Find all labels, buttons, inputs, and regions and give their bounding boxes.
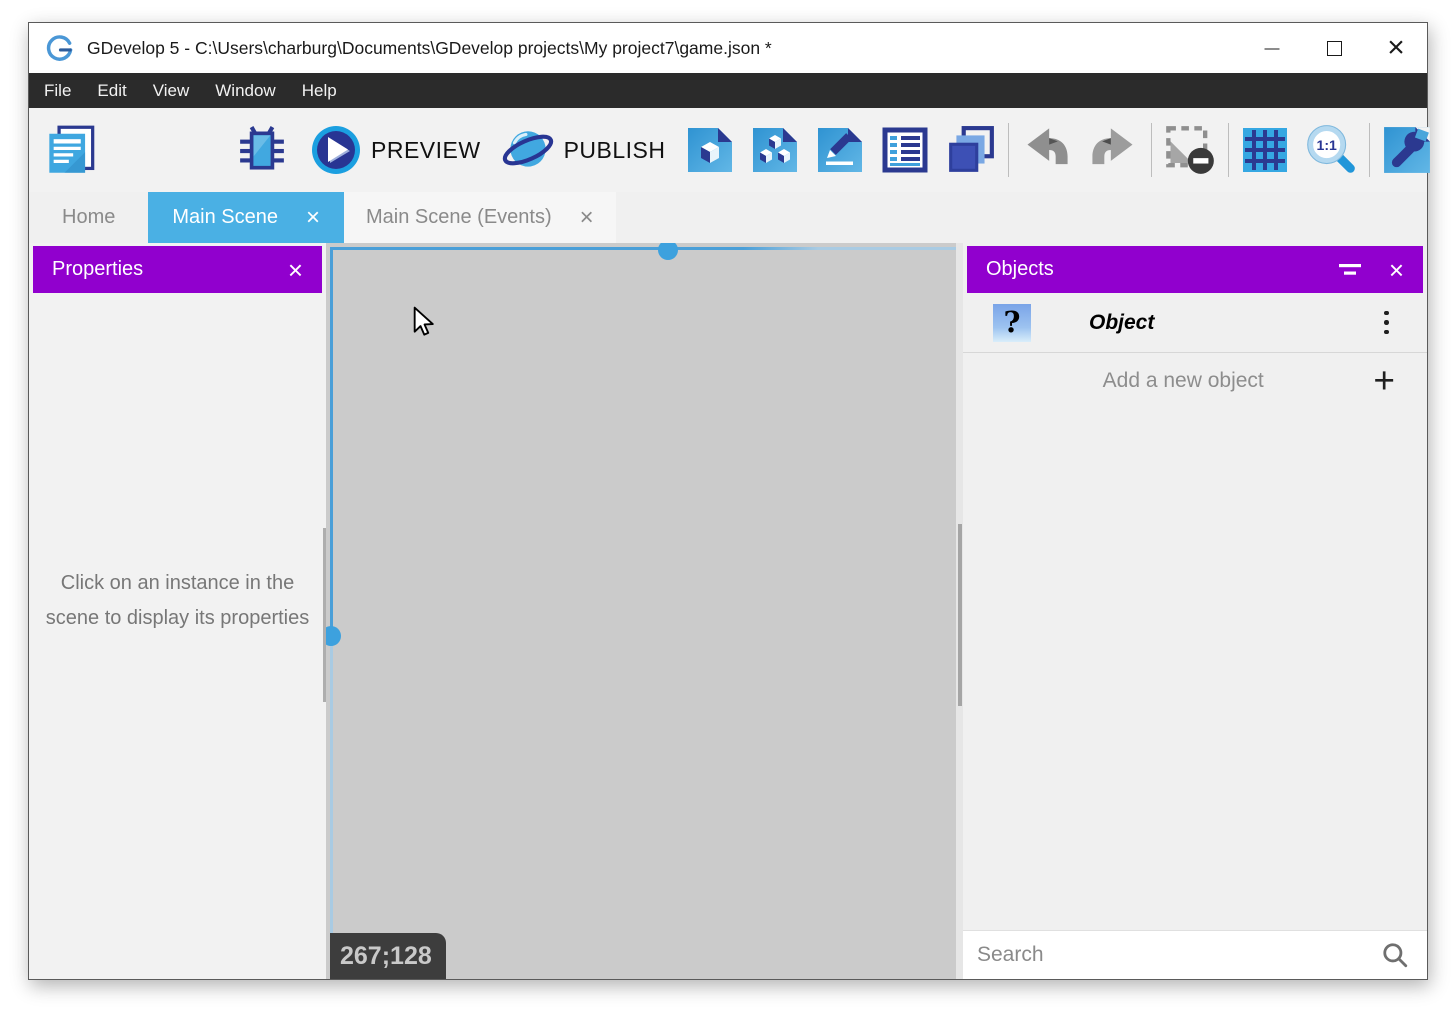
edit-object-groups-icon [751,126,799,174]
edit-object-groups-button[interactable] [751,126,799,174]
kebab-menu-icon[interactable] [1384,308,1389,336]
mouse-cursor-icon [408,305,440,337]
coordinates-badge: 267;128 [330,933,446,979]
tab-label: Home [62,206,115,229]
settings-wrench-icon [1382,125,1432,175]
menu-item-edit[interactable]: Edit [84,73,139,108]
tab-bar: Home Main Scene × Main Scene (Events) × [29,192,1427,243]
grid-icon [1241,126,1289,174]
undo-button[interactable] [1021,124,1073,176]
edit-scene-variables-button[interactable] [816,126,864,174]
debug-icon [237,125,287,175]
close-button[interactable]: × [1365,23,1427,73]
tab-label: Main Scene [172,206,278,229]
preview-button[interactable]: PREVIEW [310,124,481,176]
filter-icon[interactable] [1338,262,1362,277]
objects-header: Objects × [967,246,1423,293]
properties-title: Properties [52,258,143,281]
resize-handle-top[interactable] [658,243,678,260]
properties-close-icon[interactable]: × [288,257,303,283]
menu-bar: File Edit View Window Help [29,73,1427,108]
properties-empty-message: Click on an instance in the scene to dis… [41,566,314,636]
scene-canvas[interactable]: 267;128 [326,243,963,979]
clear-selection-icon [1164,124,1216,176]
instances-list-button[interactable] [946,125,996,175]
toolbar-divider [1151,123,1152,177]
scene-window-border-left [330,247,333,979]
properties-header: Properties × [33,246,322,293]
grid-button[interactable] [1241,126,1289,174]
tab-close-icon[interactable]: × [306,206,320,230]
add-object-row[interactable]: Add a new object + [963,353,1427,408]
publish-globe-icon [501,123,555,177]
undo-icon [1021,124,1073,176]
main-content: Properties × Click on an instance in the… [29,243,1427,979]
window-title: GDevelop 5 - C:\Users\charburg\Documents… [87,38,1241,59]
edit-scene-properties-icon [881,126,929,174]
project-manager-button[interactable] [45,124,97,176]
project-manager-icon [45,124,97,176]
tab-main-scene-events[interactable]: Main Scene (Events) × [344,192,616,243]
toolbar-divider [1369,123,1370,177]
edit-objects-button[interactable] [686,126,734,174]
publish-label: PUBLISH [564,137,666,164]
objects-title: Objects [986,258,1054,281]
scene-window-border-top [330,247,956,250]
edit-scene-variables-icon [816,126,864,174]
search-icon[interactable] [1381,941,1409,969]
zoom-original-icon: 1:1 [1305,124,1357,176]
clear-selection-button[interactable] [1164,124,1216,176]
toolbar: PREVIEW PUBLISH [29,108,1427,192]
tab-close-icon[interactable]: × [580,206,594,230]
object-name: Object [1089,311,1384,335]
menu-item-help[interactable]: Help [289,73,350,108]
menu-item-file[interactable]: File [31,73,84,108]
search-input[interactable] [975,942,1381,968]
plus-icon[interactable]: + [1373,362,1395,399]
tab-main-scene[interactable]: Main Scene × [148,192,344,243]
tab-label: Main Scene (Events) [366,206,552,229]
preview-label: PREVIEW [371,137,481,164]
debug-button[interactable] [237,125,287,175]
title-bar: GDevelop 5 - C:\Users\charburg\Documents… [29,23,1427,73]
object-list-item[interactable]: ? Object [963,293,1427,353]
question-mark-icon: ? [993,304,1031,342]
resize-handle-left[interactable] [326,626,341,646]
maximize-icon [1327,41,1342,56]
canvas-scrollbar-thumb[interactable] [958,524,962,706]
zoom-original-button[interactable]: 1:1 [1305,124,1357,176]
properties-body: Click on an instance in the scene to dis… [29,293,326,979]
objects-close-icon[interactable]: × [1389,257,1404,283]
redo-icon [1087,124,1139,176]
search-bar [963,930,1427,979]
minimize-button[interactable]: — [1241,23,1303,73]
toolbar-divider [1008,123,1009,177]
tab-home[interactable]: Home [29,192,148,243]
edit-objects-icon [686,126,734,174]
properties-panel: Properties × Click on an instance in the… [29,243,326,979]
menu-item-window[interactable]: Window [202,73,288,108]
edit-scene-properties-button[interactable] [881,126,929,174]
settings-button[interactable] [1382,125,1432,175]
toolbar-divider [1228,123,1229,177]
app-window: GDevelop 5 - C:\Users\charburg\Documents… [28,22,1428,980]
svg-text:1:1: 1:1 [1316,137,1337,153]
objects-empty-area [963,408,1427,930]
objects-panel: Objects × ? Object Add a new object + [963,243,1427,979]
menu-item-view[interactable]: View [140,73,203,108]
instances-list-icon [946,125,996,175]
canvas-scrollbar-track[interactable] [956,243,963,979]
redo-button[interactable] [1087,124,1139,176]
play-icon [310,124,362,176]
publish-button[interactable]: PUBLISH [501,123,666,177]
gdevelop-logo-icon [46,35,73,62]
maximize-button[interactable] [1303,23,1365,73]
add-object-label: Add a new object [993,369,1373,393]
